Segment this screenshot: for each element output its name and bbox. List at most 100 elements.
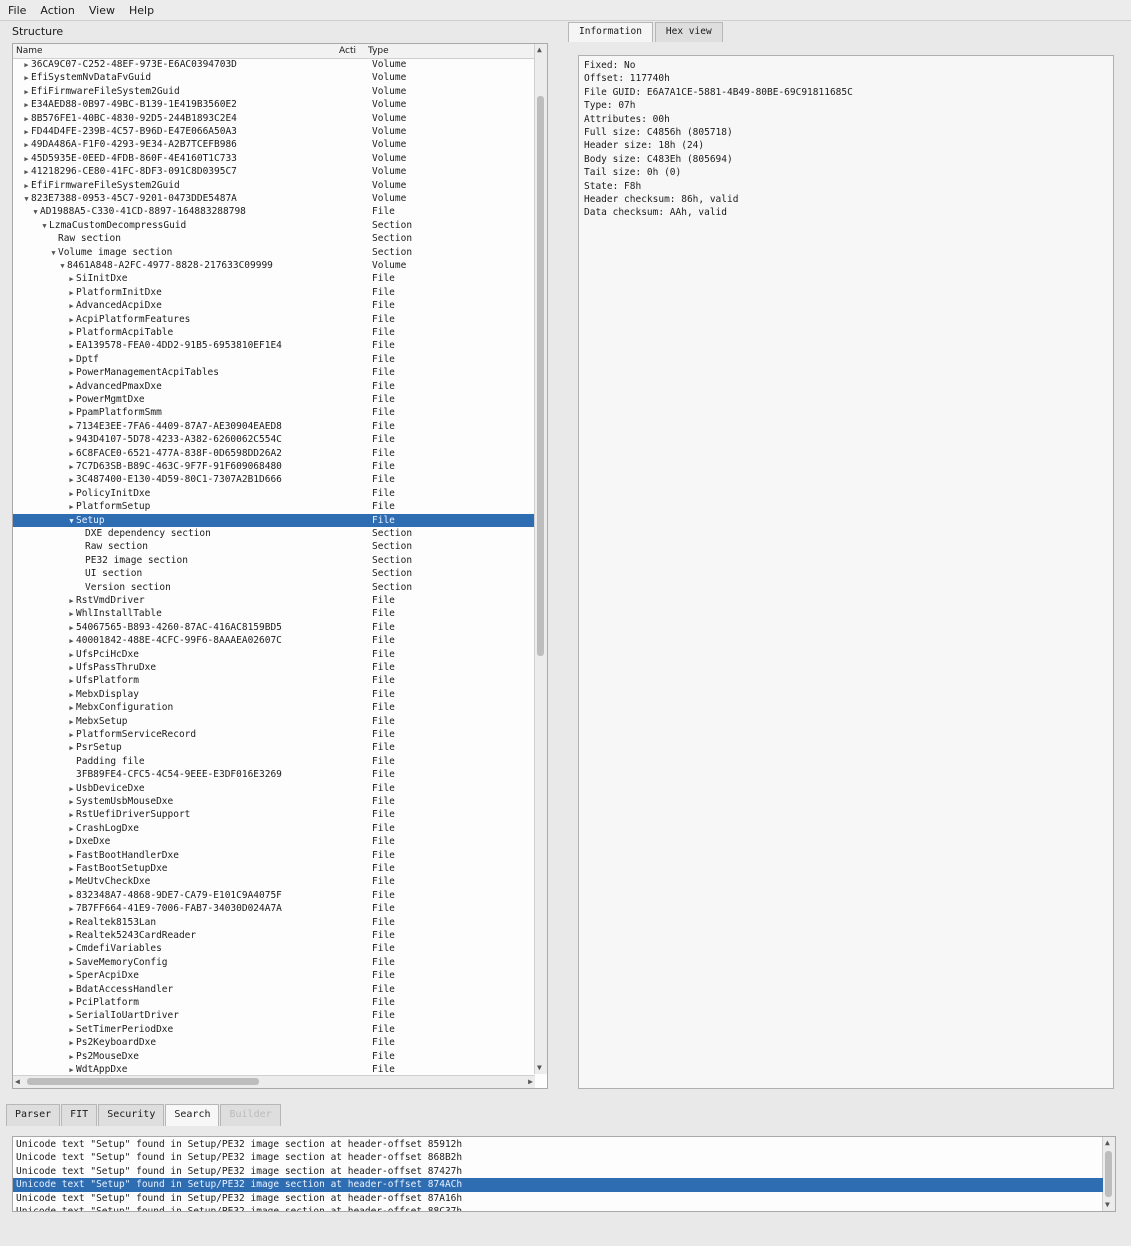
tree-row[interactable]: ▶ 45D5935E-0EED-4FDB-860F-4E4160T1C733 Vol… bbox=[13, 152, 535, 165]
scroll-right-icon[interactable]: ▶ bbox=[528, 1077, 533, 1087]
expand-arrow-icon[interactable]: ▶ bbox=[67, 957, 76, 970]
menu-view[interactable]: View bbox=[81, 4, 121, 17]
tree-row[interactable]: ▼ LzmaCustomDecompressGuid Section bbox=[13, 219, 535, 232]
tree-row[interactable]: ▶ AdvancedAcpiDxe File bbox=[13, 299, 535, 312]
search-result-item[interactable]: Unicode text "Setup" found in Setup/PE32… bbox=[13, 1151, 1103, 1164]
tree-row[interactable]: UI section Section bbox=[13, 567, 535, 580]
expand-arrow-icon[interactable]: ▶ bbox=[67, 742, 76, 755]
expand-arrow-icon[interactable]: ▶ bbox=[67, 836, 76, 849]
expand-arrow-icon[interactable]: ▶ bbox=[22, 126, 31, 139]
tree-row[interactable]: ▶ PowerMgmtDxe File bbox=[13, 393, 535, 406]
tree-row[interactable]: ▶ PolicyInitDxe File bbox=[13, 487, 535, 500]
tree-row[interactable]: ▶ UfsPlatform File bbox=[13, 674, 535, 687]
tree-row[interactable]: ▶ PpamPlatformSmm File bbox=[13, 406, 535, 419]
expand-arrow-icon[interactable]: ▶ bbox=[67, 1037, 76, 1050]
tree-row[interactable]: ▶ PlatformSetup File bbox=[13, 500, 535, 513]
expand-arrow-icon[interactable]: ▶ bbox=[67, 448, 76, 461]
tree-vertical-scrollbar[interactable]: ▲ ▼ bbox=[534, 44, 547, 1074]
tab-security[interactable]: Security bbox=[98, 1104, 165, 1126]
expand-arrow-icon[interactable]: ▶ bbox=[67, 608, 76, 621]
expand-arrow-icon[interactable]: ▶ bbox=[67, 662, 76, 675]
tree-row[interactable]: ▶ 8B576FE1-40BC-4830-92D5-244B1893C2E4 Vol… bbox=[13, 112, 535, 125]
tree-row[interactable]: ▼ AD1988A5-C330-41CD-8897-164883288798 Fil… bbox=[13, 205, 535, 218]
expand-arrow-icon[interactable]: ▶ bbox=[67, 823, 76, 836]
tree-row[interactable]: ▶ 7C7D63SB-B89C-463C-9F7F-91F609068480 Fil… bbox=[13, 460, 535, 473]
expand-arrow-icon[interactable]: ▶ bbox=[67, 595, 76, 608]
scroll-up-icon[interactable]: ▲ bbox=[537, 45, 542, 55]
expand-arrow-icon[interactable]: ▶ bbox=[67, 488, 76, 501]
tree-row[interactable]: ▶ SerialIoUartDriver File bbox=[13, 1009, 535, 1022]
tree-row[interactable]: ▶ PlatformInitDxe File bbox=[13, 286, 535, 299]
tree-row[interactable]: ▶ EfiSystemNvDataFvGuid Volume bbox=[13, 71, 535, 84]
collapse-arrow-icon[interactable]: ▼ bbox=[31, 206, 40, 219]
scroll-down-icon[interactable]: ▼ bbox=[537, 1063, 542, 1073]
tree-row[interactable]: ▶ 7B7FF664-41E9-7006-FAB7-34030D024A7A Fil… bbox=[13, 902, 535, 915]
tree-row[interactable]: ▶ WhlInstallTable File bbox=[13, 607, 535, 620]
tree-row[interactable]: ▶ 7134E3EE-7FA6-4409-87A7-AE30904EAED8 Fil… bbox=[13, 420, 535, 433]
expand-arrow-icon[interactable]: ▶ bbox=[67, 689, 76, 702]
tree-row[interactable]: ▶ EfiFirmwareFileSystem2Guid Volume bbox=[13, 179, 535, 192]
messages-scroll-thumb[interactable] bbox=[1105, 1151, 1112, 1197]
tree-row[interactable]: ▶ 3C487400-E130-4D59-80C1-7307A2B1D666 Fil… bbox=[13, 473, 535, 486]
menu-help[interactable]: Help bbox=[121, 4, 160, 17]
expand-arrow-icon[interactable]: ▶ bbox=[22, 59, 31, 72]
expand-arrow-icon[interactable]: ▶ bbox=[67, 1051, 76, 1064]
tree-row[interactable]: ▶ MeUtvCheckDxe File bbox=[13, 875, 535, 888]
tree-row[interactable]: ▶ MebxSetup File bbox=[13, 715, 535, 728]
tree-row[interactable]: ▶ 832348A7-4868-9DE7-CA79-E101C9A4075F Fil… bbox=[13, 889, 535, 902]
tree-row[interactable]: ▼ Setup File bbox=[13, 513, 535, 528]
expand-arrow-icon[interactable]: ▶ bbox=[67, 635, 76, 648]
tree-row[interactable]: ▶ Realtek5243CardReader File bbox=[13, 929, 535, 942]
expand-arrow-icon[interactable]: ▶ bbox=[67, 354, 76, 367]
expand-arrow-icon[interactable]: ▶ bbox=[22, 139, 31, 152]
tree-row[interactable]: ▶ 49DA486A-F1F0-4293-9E34-A2B7TCEFB986 Vol… bbox=[13, 138, 535, 151]
expand-arrow-icon[interactable]: ▶ bbox=[67, 622, 76, 635]
tree-row[interactable]: Padding file File bbox=[13, 755, 535, 768]
tree-row[interactable]: ▶ 6C8FACE0-6521-477A-838F-0D6598DD26A2 Fil… bbox=[13, 447, 535, 460]
expand-arrow-icon[interactable]: ▶ bbox=[67, 340, 76, 353]
expand-arrow-icon[interactable]: ▶ bbox=[67, 984, 76, 997]
tree-row[interactable]: ▶ UfsPassThruDxe File bbox=[13, 661, 535, 674]
tab-fit[interactable]: FIT bbox=[61, 1104, 98, 1126]
tree-row[interactable]: ▼ 8461A848-A2FC-4977-8828-217633C09999 Vol… bbox=[13, 259, 535, 272]
expand-arrow-icon[interactable]: ▶ bbox=[67, 407, 76, 420]
tree-row[interactable]: ▶ SetTimerPeriodDxe File bbox=[13, 1023, 535, 1036]
expand-arrow-icon[interactable]: ▶ bbox=[67, 314, 76, 327]
tree-row[interactable]: ▶ EA139578-FEA0-4DD2-91B5-6953810EF1E4 Fil… bbox=[13, 339, 535, 352]
collapse-arrow-icon[interactable]: ▼ bbox=[67, 515, 76, 528]
tree-row[interactable]: ▶ 943D4107-5D78-4233-A382-6260062C554C Fil… bbox=[13, 433, 535, 446]
search-result-item[interactable]: Unicode text "Setup" found in Setup/PE32… bbox=[13, 1178, 1103, 1192]
column-name-header[interactable]: Name bbox=[16, 46, 43, 56]
menu-file[interactable]: File bbox=[0, 4, 32, 17]
tree-row[interactable]: ▶ SiInitDxe File bbox=[13, 272, 535, 285]
tree-horizontal-scroll-thumb[interactable] bbox=[27, 1078, 259, 1085]
expand-arrow-icon[interactable]: ▶ bbox=[67, 421, 76, 434]
scroll-left-icon[interactable]: ◀ bbox=[15, 1077, 20, 1087]
tree-row[interactable]: ▶ SystemUsbMouseDxe File bbox=[13, 795, 535, 808]
tree-row[interactable]: ▶ 41218296-CE80-41FC-8DF3-091C8D0395C7 Vol… bbox=[13, 165, 535, 178]
tree-vertical-scroll-thumb[interactable] bbox=[537, 96, 544, 656]
expand-arrow-icon[interactable]: ▶ bbox=[67, 729, 76, 742]
tree-row[interactable]: ▶ Dptf File bbox=[13, 353, 535, 366]
expand-arrow-icon[interactable]: ▶ bbox=[22, 86, 31, 99]
tree-row[interactable]: ▶ CmdefiVariables File bbox=[13, 942, 535, 955]
expand-arrow-icon[interactable]: ▶ bbox=[67, 783, 76, 796]
expand-arrow-icon[interactable]: ▶ bbox=[67, 1064, 76, 1074]
expand-arrow-icon[interactable]: ▶ bbox=[67, 649, 76, 662]
tree-row[interactable]: ▶ FD44D4FE-239B-4C57-B96D-E47E066A50A3 Vol… bbox=[13, 125, 535, 138]
tree-row[interactable]: ▶ AdvancedPmaxDxe File bbox=[13, 380, 535, 393]
tree-row[interactable]: ▶ Ps2MouseDxe File bbox=[13, 1050, 535, 1063]
tree-row[interactable]: ▶ PsrSetup File bbox=[13, 741, 535, 754]
expand-arrow-icon[interactable]: ▶ bbox=[67, 381, 76, 394]
tree-row[interactable]: ▶ MebxDisplay File bbox=[13, 688, 535, 701]
expand-arrow-icon[interactable]: ▶ bbox=[22, 166, 31, 179]
tree-row[interactable]: ▶ AcpiPlatformFeatures File bbox=[13, 313, 535, 326]
collapse-arrow-icon[interactable]: ▼ bbox=[49, 247, 58, 260]
expand-arrow-icon[interactable]: ▶ bbox=[67, 273, 76, 286]
expand-arrow-icon[interactable]: ▶ bbox=[67, 675, 76, 688]
expand-arrow-icon[interactable]: ▶ bbox=[67, 394, 76, 407]
expand-arrow-icon[interactable]: ▶ bbox=[67, 809, 76, 822]
search-result-item[interactable]: Unicode text "Setup" found in Setup/PE32… bbox=[13, 1205, 1103, 1211]
tree-row[interactable]: ▶ UfsPciHcDxe File bbox=[13, 648, 535, 661]
expand-arrow-icon[interactable]: ▶ bbox=[22, 180, 31, 193]
